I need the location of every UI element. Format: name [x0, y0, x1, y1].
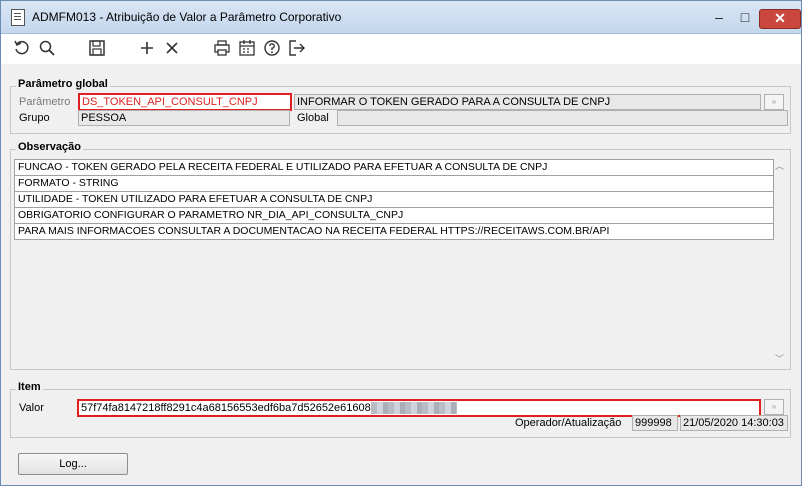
help-icon[interactable] [263, 39, 283, 59]
parametro-field[interactable]: DS_TOKEN_API_CONSULT_CNPJ [78, 93, 292, 111]
form-area: Parâmetro global Parâmetro DS_TOKEN_API_… [1, 64, 801, 485]
valor-text: 57f74fa8147218ff8291c4a68156553edf6ba7d5… [81, 402, 371, 414]
list-item: FORMATO - STRING [14, 176, 774, 192]
item-title: Item [16, 381, 43, 393]
close-button[interactable]: ✕ [759, 9, 801, 29]
search-icon[interactable] [38, 39, 58, 59]
parametro-lookup-button[interactable]: » [764, 94, 784, 110]
list-item: UTILIDADE - TOKEN UTILIZADO PARA EFETUAR… [14, 192, 774, 208]
undo-icon[interactable] [13, 39, 33, 59]
global-field [337, 110, 788, 126]
document-icon [11, 9, 25, 26]
main-window: ADMFM013 - Atribuição de Valor a Parâmet… [0, 0, 802, 486]
scroll-up-icon[interactable]: ︿ [775, 159, 784, 172]
minimize-button[interactable]: – [706, 9, 732, 27]
title-bar: ADMFM013 - Atribuição de Valor a Parâmet… [1, 1, 801, 34]
redacted-block [370, 402, 457, 415]
parametro-label: Parâmetro [19, 96, 71, 108]
toolbar [1, 34, 801, 64]
observacao-title: Observação [16, 141, 83, 153]
log-button[interactable]: Log... [18, 453, 128, 475]
add-icon[interactable] [138, 39, 158, 59]
parametro-global-title: Parâmetro global [16, 78, 110, 90]
calendar-icon[interactable] [238, 39, 258, 59]
exit-icon[interactable] [288, 39, 308, 59]
operador-label: Operador/Atualização [515, 417, 622, 429]
maximize-button[interactable]: □ [732, 9, 758, 27]
delete-icon[interactable] [163, 39, 183, 59]
list-item: FUNCAO - TOKEN GERADO PELA RECEITA FEDER… [14, 159, 774, 176]
scroll-down-icon[interactable]: ﹀ [775, 352, 784, 365]
save-icon[interactable] [88, 39, 108, 59]
operador-field: 999998 [632, 415, 678, 431]
window-title: ADMFM013 - Atribuição de Valor a Parâmet… [32, 10, 342, 24]
global-label: Global [297, 112, 329, 124]
grupo-field: PESSOA [78, 110, 290, 126]
atualizacao-field: 21/05/2020 14:30:03 [680, 415, 788, 431]
observacao-list[interactable]: FUNCAO - TOKEN GERADO PELA RECEITA FEDER… [14, 159, 774, 240]
print-icon[interactable] [213, 39, 233, 59]
valor-lookup-button[interactable]: » [764, 399, 784, 415]
valor-label: Valor [19, 402, 44, 414]
parametro-description-field: INFORMAR O TOKEN GERADO PARA A CONSULTA … [294, 94, 761, 110]
list-item: OBRIGATORIO CONFIGURAR O PARAMETRO NR_DI… [14, 208, 774, 224]
list-item: PARA MAIS INFORMACOES CONSULTAR A DOCUME… [14, 224, 774, 240]
grupo-label: Grupo [19, 112, 50, 124]
